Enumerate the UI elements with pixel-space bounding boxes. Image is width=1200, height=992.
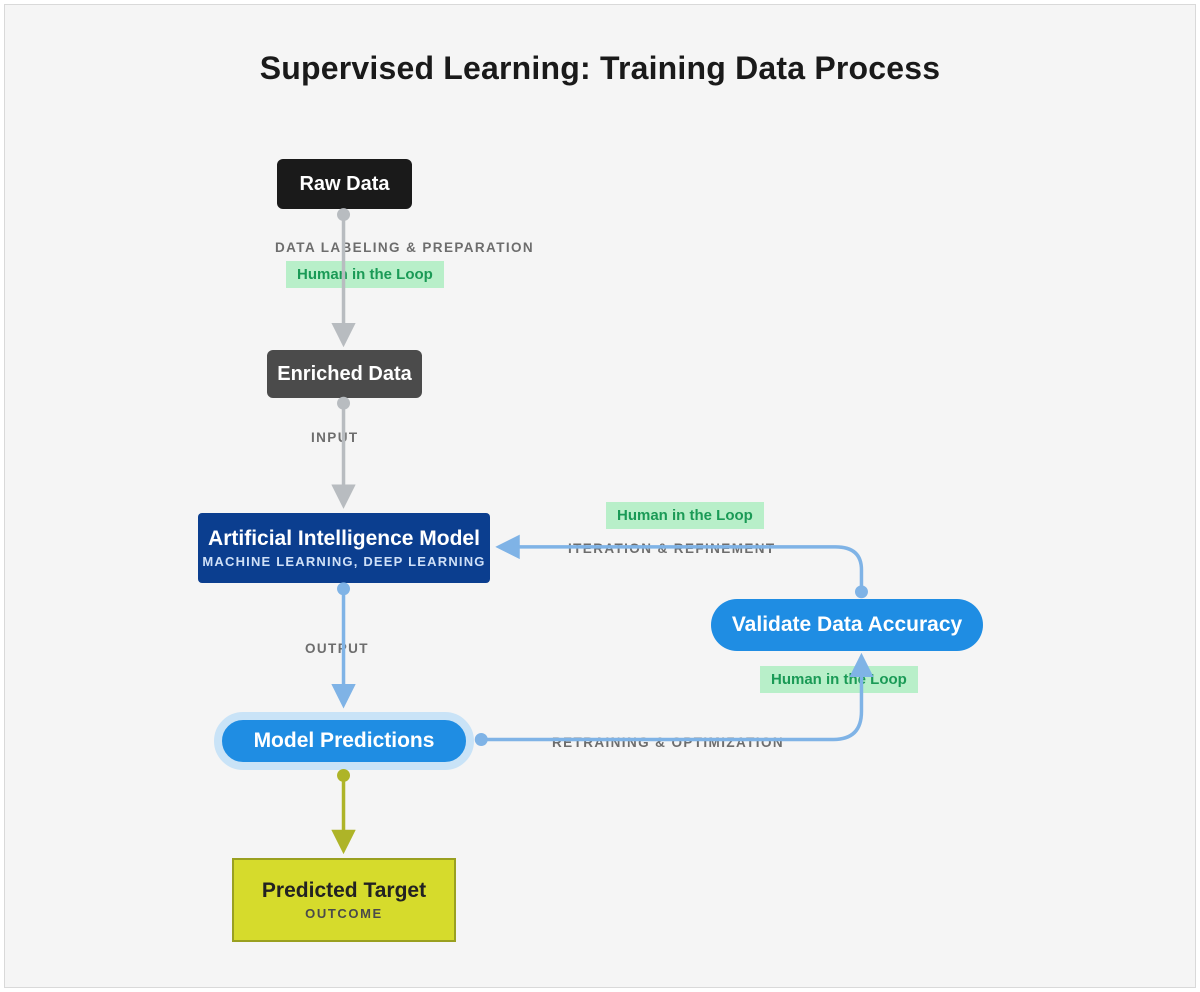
diagram-frame: Supervised Learning: Training Data Proce…	[4, 4, 1196, 988]
node-model-predictions-label: Model Predictions	[254, 729, 435, 753]
edge-label-data-labeling: DATA LABELING & PREPARATION	[275, 240, 534, 255]
edge-label-input: INPUT	[311, 430, 359, 445]
node-predicted-target-subtitle: OUTCOME	[305, 906, 383, 921]
badge-human-in-the-loop-3: Human in the Loop	[760, 666, 918, 693]
node-enriched-data: Enriched Data	[267, 350, 422, 398]
diagram-title: Supervised Learning: Training Data Proce…	[5, 50, 1195, 87]
badge-human-in-the-loop-1: Human in the Loop	[286, 261, 444, 288]
node-raw-data-label: Raw Data	[299, 173, 389, 196]
badge-human-in-the-loop-2: Human in the Loop	[606, 502, 764, 529]
node-predicted-target-title: Predicted Target	[262, 879, 426, 903]
node-ai-model-title: Artificial Intelligence Model	[208, 527, 480, 551]
node-model-predictions: Model Predictions	[214, 712, 474, 770]
node-raw-data: Raw Data	[277, 159, 412, 209]
node-predicted-target: Predicted Target OUTCOME	[232, 858, 456, 942]
node-validate-accuracy-label: Validate Data Accuracy	[732, 613, 962, 637]
node-enriched-data-label: Enriched Data	[277, 363, 411, 386]
node-ai-model: Artificial Intelligence Model MACHINE LE…	[198, 513, 490, 583]
edge-label-retraining: RETRAINING & OPTIMIZATION	[552, 735, 784, 750]
node-validate-accuracy: Validate Data Accuracy	[711, 599, 983, 651]
connectors-svg	[5, 5, 1195, 987]
edge-label-output: OUTPUT	[305, 641, 369, 656]
edge-label-iteration: ITERATION & REFINEMENT	[568, 541, 776, 556]
node-ai-model-subtitle: MACHINE LEARNING, DEEP LEARNING	[202, 554, 485, 569]
